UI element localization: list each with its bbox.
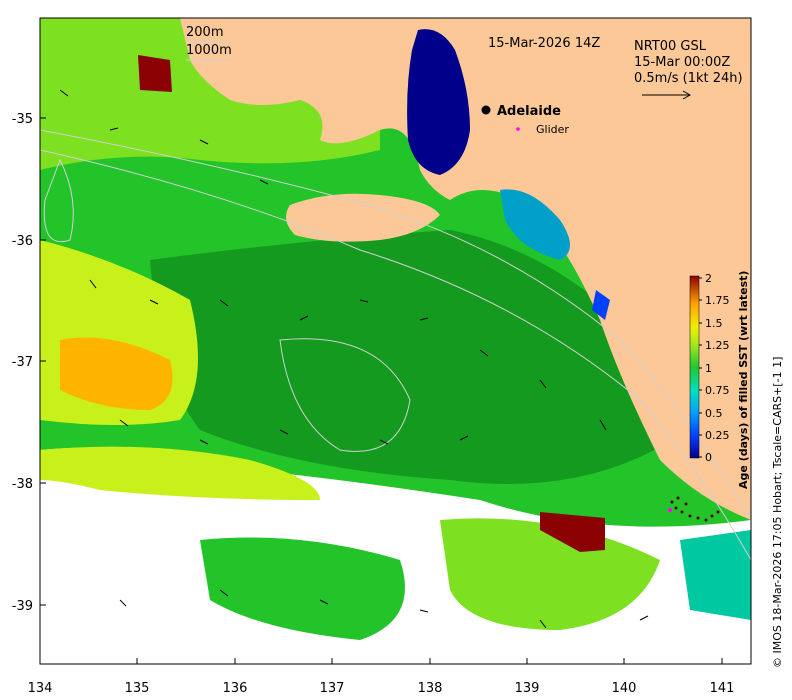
colorbar-title: Age (days) of filled SST (wrt latest) [737, 271, 750, 489]
glider-legend-marker [516, 127, 520, 131]
colorbar-tick-label: 0.25 [705, 429, 730, 442]
colorbar-tick-label: 0 [705, 451, 712, 464]
x-tick-label: 141 [710, 681, 735, 696]
map-figure: 134 135 136 137 138 139 140 141 -35 -36 … [12, 17, 784, 696]
colorbar-tick-label: 1 [705, 362, 712, 375]
colorbar-tick-label: 1.25 [705, 339, 730, 352]
x-tick-label: 136 [223, 681, 248, 696]
y-tick-label: -36 [12, 234, 33, 249]
current-info-line1: NRT00 GSL [634, 39, 707, 54]
colorbar [689, 275, 700, 459]
credit-text: © IMOS 18-Mar-2026 17:05 Hobart; Tscale=… [771, 357, 784, 668]
x-tick-label: 139 [515, 681, 540, 696]
y-tick-label: -37 [12, 355, 33, 370]
city-marker [481, 105, 491, 115]
current-info-line3: 0.5m/s (1kt 24h) [634, 71, 743, 86]
map-timestamp: 15-Mar-2026 14Z [488, 36, 600, 51]
contour-label-200m: 200m [186, 25, 223, 40]
city-label: Adelaide [497, 104, 561, 119]
colorbar-tick-label: 0.5 [705, 407, 723, 420]
y-tick-label: -39 [12, 599, 33, 614]
colorbar-tick-label: 1.5 [705, 317, 723, 330]
x-tick-label: 134 [28, 681, 53, 696]
y-tick-label: -35 [12, 112, 33, 127]
x-tick-label: 137 [320, 681, 345, 696]
y-tick-label: -38 [12, 477, 33, 492]
glider-label: Glider [536, 123, 569, 136]
colorbar-tick-label: 1.75 [705, 294, 730, 307]
colorbar-tick-label: 0.75 [705, 384, 730, 397]
sst-field [40, 18, 751, 664]
contour-label-1000m: 1000m [186, 43, 232, 58]
x-tick-label: 135 [125, 681, 150, 696]
colorbar-tick-label: 2 [705, 272, 712, 285]
glider-marker [668, 508, 672, 512]
x-tick-label: 138 [418, 681, 443, 696]
ocean-teal-east [680, 530, 751, 620]
red-patch-2 [138, 55, 172, 92]
x-tick-label: 140 [612, 681, 637, 696]
current-info-line2: 15-Mar 00:00Z [634, 55, 730, 70]
